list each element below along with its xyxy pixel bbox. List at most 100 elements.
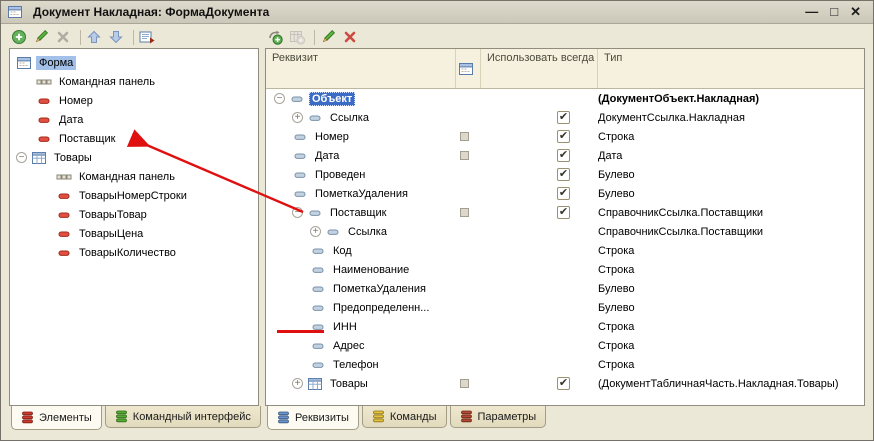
expand-icon[interactable]: + <box>292 112 303 123</box>
attribute-name-cell[interactable]: Предопределенн... <box>266 300 456 316</box>
attribute-row-Телефон[interactable]: Телефон Строка <box>266 355 864 374</box>
attribute-name-cell[interactable]: Телефон <box>266 357 456 373</box>
attribute-type: Булево <box>598 301 635 314</box>
attribute-type: Булево <box>598 282 635 295</box>
tree-item-Товары[interactable]: − Товары <box>10 148 258 167</box>
tree-item-Командная панель[interactable]: Командная панель <box>10 167 258 186</box>
attribute-row-Товары[interactable]: + Товары ✔ (ДокументТабличнаяЧасть.Накладна… <box>266 374 864 393</box>
edit-icon <box>320 29 336 45</box>
attribute-name-cell[interactable]: Номер <box>266 129 456 145</box>
tab-label: Параметры <box>477 410 537 423</box>
attribute-row-Ссылка[interactable]: + Ссылка СправочникСсылка.Поставщики <box>266 222 864 241</box>
attribute-type: СправочникСсылка.Поставщики <box>598 206 764 219</box>
attribute-row-Код[interactable]: Код Строка <box>266 241 864 260</box>
attribute-name-cell[interactable]: Дата <box>266 148 456 164</box>
attribute-type: СправочникСсылка.Поставщики <box>598 225 764 238</box>
use-always-checkbox[interactable]: ✔ <box>557 111 570 124</box>
tree-item-Дата[interactable]: Дата <box>10 110 258 129</box>
attribute-label: Номер <box>315 130 349 143</box>
attribute-row-ПометкаУдаления[interactable]: ПометкаУдаления ✔ Булево <box>266 184 864 203</box>
edit-button[interactable] <box>320 27 340 47</box>
window-title: Документ Накладная: ФормаДокумента <box>33 5 270 19</box>
attribute-name-cell[interactable]: Проведен <box>266 167 456 183</box>
attribute-row-Наименование[interactable]: Наименование Строка <box>266 260 864 279</box>
column-header-attribute[interactable]: Реквизит <box>266 49 456 88</box>
attribute-name-cell[interactable]: ПометкаУдаления <box>266 281 456 297</box>
attribute-name-cell[interactable]: − Поставщик <box>266 205 456 221</box>
attribute-icon <box>325 224 341 240</box>
use-always-checkbox[interactable]: ✔ <box>557 149 570 162</box>
use-always-checkbox[interactable]: ✔ <box>557 187 570 200</box>
attribute-row-ПометкаУдаления[interactable]: ПометкаУдаления Булево <box>266 279 864 298</box>
attribute-name-cell[interactable]: − Объект <box>266 91 456 107</box>
tree-item-label: Дата <box>59 113 84 126</box>
tree-item-label: ТоварыТовар <box>79 208 147 221</box>
edit-button[interactable] <box>33 27 53 47</box>
attribute-name-cell[interactable]: ИНН <box>266 319 456 335</box>
attribute-row-Проведен[interactable]: Проведен ✔ Булево <box>266 165 864 184</box>
tab-Командный интерфейс[interactable]: Командный интерфейс <box>104 406 261 428</box>
tree-item-ТоварыНомерСтроки[interactable]: ТоварыНомерСтроки <box>10 186 258 205</box>
attribute-name-cell[interactable]: ПометкаУдаления <box>266 186 456 202</box>
use-always-checkbox[interactable]: ✔ <box>557 377 570 390</box>
attribute-type: Булево <box>598 168 635 181</box>
collapse-icon[interactable]: − <box>274 93 285 104</box>
expand-icon[interactable]: + <box>292 378 303 389</box>
attribute-row-Адрес[interactable]: Адрес Строка <box>266 336 864 355</box>
elements-pane: Форма Командная панель Номер Дата Поставщик −… <box>9 26 261 432</box>
use-always-checkbox[interactable]: ✔ <box>557 206 570 219</box>
close-button[interactable]: ✕ <box>850 5 861 19</box>
attribute-row-ИНН[interactable]: ИНН Строка <box>266 317 864 336</box>
add-button[interactable] <box>11 27 31 47</box>
attribute-row-Объект[interactable]: − Объект (ДокументОбъект.Накладная) <box>266 89 864 108</box>
tab-stack-icon <box>21 411 34 424</box>
maximize-button[interactable]: □ <box>830 5 838 19</box>
elements-tree-panel: Форма Командная панель Номер Дата Поставщик −… <box>9 48 259 406</box>
tab-Элементы[interactable]: Элементы <box>11 406 102 430</box>
collapse-icon[interactable]: − <box>292 207 303 218</box>
attribute-name-cell[interactable]: + Ссылка <box>266 110 456 126</box>
attribute-label: Ссылка <box>348 225 387 238</box>
attribute-icon <box>310 300 326 316</box>
collapse-icon[interactable]: − <box>16 152 27 163</box>
tree-item-ТоварыЦена[interactable]: ТоварыЦена <box>10 224 258 243</box>
delete-button[interactable] <box>342 27 362 47</box>
move-up-button[interactable] <box>86 27 106 47</box>
attributes-table: − Объект (ДокументОбъект.Накладная) + Ссылка… <box>266 89 864 393</box>
attribute-row-Номер[interactable]: Номер ✔ Строка <box>266 127 864 146</box>
check-form-button[interactable] <box>139 27 159 47</box>
attribute-name-cell[interactable]: Наименование <box>266 262 456 278</box>
attribute-icon <box>307 110 323 126</box>
title-bar[interactable]: Документ Накладная: ФормаДокумента — □ ✕ <box>1 1 873 24</box>
tab-Параметры[interactable]: Параметры <box>449 406 547 428</box>
attribute-name-cell[interactable]: Код <box>266 243 456 259</box>
tab-Реквизиты[interactable]: Реквизиты <box>267 406 359 430</box>
move-down-button[interactable] <box>108 27 128 47</box>
attribute-name-cell[interactable]: + Ссылка <box>266 224 456 240</box>
attribute-row-Предопределенн...[interactable]: Предопределенн... Булево <box>266 298 864 317</box>
tree-item-ТоварыКоличество[interactable]: ТоварыКоличество <box>10 243 258 262</box>
tree-item-Поставщик[interactable]: Поставщик <box>10 129 258 148</box>
tree-item-Командная панель[interactable]: Командная панель <box>10 72 258 91</box>
attribute-icon <box>310 243 326 259</box>
tree-item-Форма[interactable]: Форма <box>10 53 258 72</box>
column-header-type[interactable]: Тип <box>598 49 864 88</box>
use-always-checkbox[interactable]: ✔ <box>557 168 570 181</box>
column-header-use-always[interactable]: Использовать всегда <box>481 49 598 88</box>
tab-Команды[interactable]: Команды <box>361 406 447 428</box>
attribute-label: ПометкаУдаления <box>333 282 426 295</box>
add-attribute-button[interactable] <box>267 27 287 47</box>
expand-icon[interactable]: + <box>310 226 321 237</box>
attribute-name-cell[interactable]: Адрес <box>266 338 456 354</box>
attribute-row-Ссылка[interactable]: + Ссылка ✔ ДокументСсылка.Накладная <box>266 108 864 127</box>
attribute-row-Дата[interactable]: Дата ✔ Дата <box>266 146 864 165</box>
column-header-form-usage[interactable] <box>456 49 481 88</box>
use-always-checkbox[interactable]: ✔ <box>557 130 570 143</box>
attribute-type: ДокументСсылка.Накладная <box>598 111 745 124</box>
attribute-label: Поставщик <box>330 206 387 219</box>
minimize-button[interactable]: — <box>805 5 818 19</box>
tree-item-ТоварыТовар[interactable]: ТоварыТовар <box>10 205 258 224</box>
attribute-row-Поставщик[interactable]: − Поставщик ✔ СправочникСсылка.Поставщики <box>266 203 864 222</box>
attribute-name-cell[interactable]: + Товары <box>266 376 456 392</box>
tree-item-Номер[interactable]: Номер <box>10 91 258 110</box>
